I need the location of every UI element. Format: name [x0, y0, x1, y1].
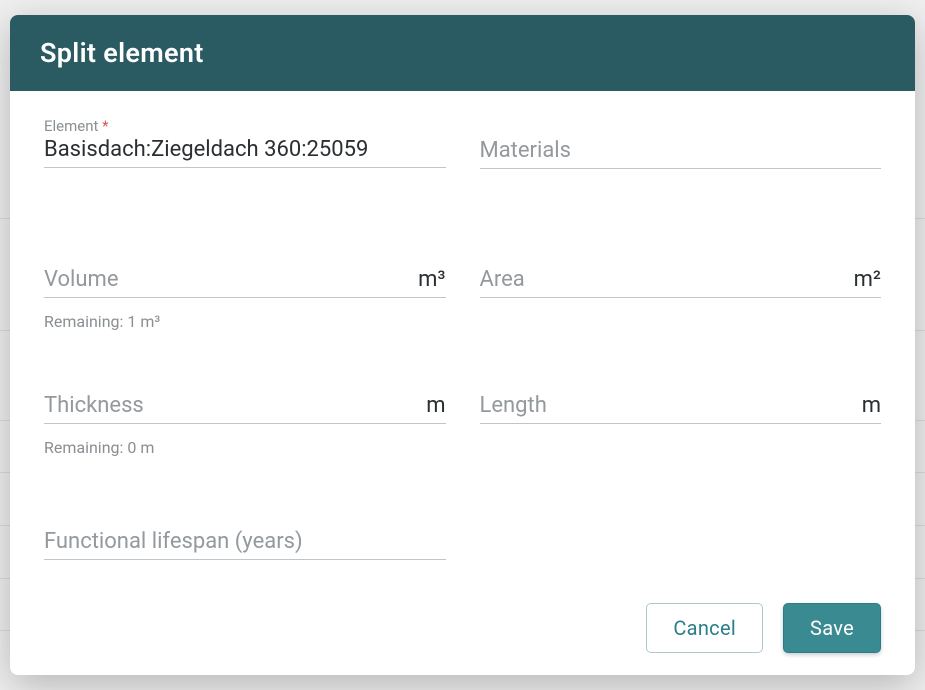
thickness-input[interactable] [44, 391, 418, 420]
element-value: Basisdach:Ziegeldach 360:25059 [44, 135, 446, 164]
modal-footer: Cancel Save [10, 597, 915, 675]
cancel-button[interactable]: Cancel [646, 603, 763, 653]
area-field: m² [480, 265, 882, 331]
element-field: Element * Basisdach:Ziegeldach 360:25059 [44, 117, 446, 169]
length-input-line[interactable]: m [480, 391, 882, 424]
thickness-unit: m [426, 393, 445, 418]
volume-helper: Remaining: 1 m³ [44, 312, 446, 331]
length-input[interactable] [480, 391, 854, 420]
volume-input[interactable] [44, 265, 410, 294]
element-label: Element * [44, 117, 446, 135]
thickness-input-line[interactable]: m [44, 391, 446, 424]
split-element-modal: Split element Element * Basisdach:Ziegel… [10, 15, 915, 675]
area-unit: m² [854, 267, 881, 292]
lifespan-field [44, 527, 446, 560]
element-input-line[interactable]: Basisdach:Ziegeldach 360:25059 [44, 135, 446, 168]
thickness-field: m Remaining: 0 m [44, 391, 446, 457]
materials-placeholder: Materials [480, 136, 882, 165]
length-field: m [480, 391, 882, 457]
length-unit: m [862, 393, 881, 418]
required-asterisk: * [102, 117, 108, 135]
lifespan-input[interactable] [44, 527, 446, 556]
save-button[interactable]: Save [783, 603, 881, 653]
volume-field: m³ Remaining: 1 m³ [44, 265, 446, 331]
materials-input-line[interactable]: Materials [480, 117, 882, 169]
modal-header: Split element [10, 15, 915, 91]
volume-input-line[interactable]: m³ [44, 265, 446, 298]
lifespan-input-line[interactable] [44, 527, 446, 560]
area-input[interactable] [480, 265, 846, 294]
modal-title: Split element [40, 37, 885, 69]
thickness-helper: Remaining: 0 m [44, 438, 446, 457]
modal-body: Element * Basisdach:Ziegeldach 360:25059… [10, 91, 915, 597]
materials-field: Materials [480, 117, 882, 169]
area-input-line[interactable]: m² [480, 265, 882, 298]
volume-unit: m³ [418, 267, 445, 292]
